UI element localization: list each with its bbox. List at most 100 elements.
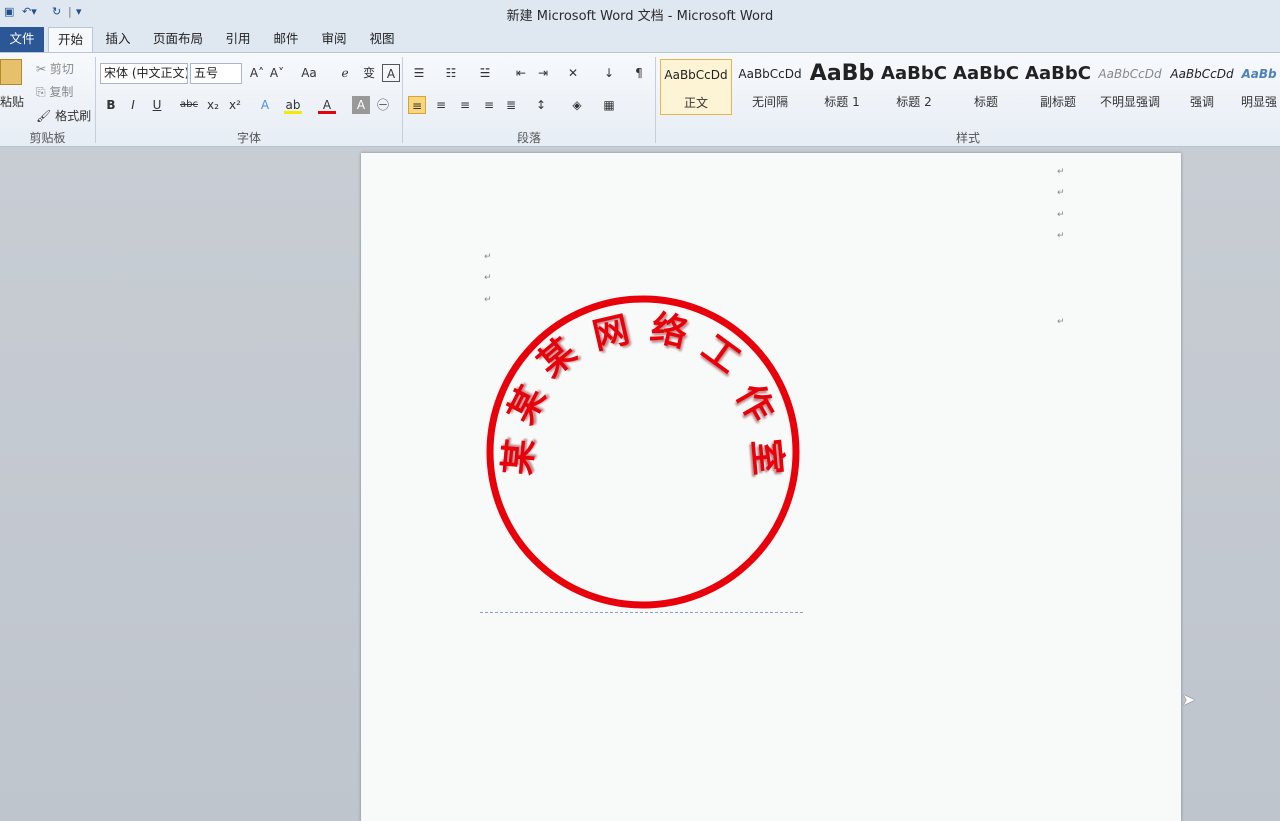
style-emphasis[interactable]: AaBbCcDd 强调 bbox=[1166, 59, 1238, 115]
style-name: 标题 bbox=[973, 95, 998, 109]
underline-icon[interactable]: U bbox=[148, 96, 166, 114]
subscript-icon[interactable]: x₂ bbox=[204, 96, 222, 114]
strikethrough-icon[interactable]: abc bbox=[180, 96, 198, 114]
paragraph-mark: ↵ bbox=[1057, 188, 1065, 198]
style-preview: AaBb bbox=[809, 61, 875, 86]
seal-char: 网 bbox=[588, 308, 634, 358]
style-no-spacing[interactable]: AaBbCcDd 无间隔 bbox=[734, 59, 806, 115]
sort-icon[interactable]: ↓ bbox=[600, 64, 618, 82]
style-name: 正文 bbox=[683, 96, 708, 110]
style-title[interactable]: AaBbC 标题 bbox=[950, 59, 1022, 115]
style-preview: AaBbC bbox=[881, 63, 947, 84]
bold-icon[interactable]: B bbox=[102, 96, 120, 114]
mouse-cursor-icon: ➤ bbox=[1182, 690, 1196, 709]
style-normal[interactable]: AaBbCcDd 正文 bbox=[660, 59, 732, 115]
style-heading-2[interactable]: AaBbC 标题 2 bbox=[878, 59, 950, 115]
paragraph-mark: ↵ bbox=[484, 252, 492, 262]
copy-label: 复制 bbox=[49, 85, 74, 99]
shading-icon[interactable]: ◈ bbox=[568, 96, 586, 114]
tab-review[interactable]: 审阅 bbox=[316, 27, 352, 52]
ribbon: 粘贴 ✂ 剪切 ⎘ 复制 🖌 格式刷 剪贴板 宋体 (中文正文) 五号 A˄ A… bbox=[0, 52, 1280, 147]
chinese-layout-icon[interactable]: ✕ bbox=[564, 64, 582, 82]
format-painter-button[interactable]: 🖌 格式刷 bbox=[36, 107, 91, 124]
increase-indent-icon[interactable]: ⇥ bbox=[534, 64, 552, 82]
style-name: 标题 2 bbox=[896, 95, 932, 109]
superscript-icon[interactable]: x² bbox=[226, 96, 244, 114]
paragraph-group-label: 段落 bbox=[516, 131, 541, 145]
seal-char: 某 bbox=[496, 437, 542, 477]
window-title: 新建 Microsoft Word 文档 - Microsoft Word bbox=[506, 9, 774, 24]
show-marks-icon[interactable]: ¶ bbox=[630, 64, 648, 82]
clipboard-group-label: 剪贴板 bbox=[29, 131, 66, 145]
phonetic-guide-icon[interactable]: 变 bbox=[360, 64, 378, 82]
borders-icon[interactable]: ▦ bbox=[600, 96, 618, 114]
copy-button[interactable]: ⎘ 复制 bbox=[36, 83, 73, 100]
char-border-icon[interactable]: A bbox=[382, 64, 400, 82]
change-case-icon[interactable]: Aa bbox=[300, 64, 318, 82]
tab-file[interactable]: 文件 bbox=[0, 27, 44, 52]
style-preview: AaBbCcDd bbox=[1098, 67, 1162, 81]
decrease-indent-icon[interactable]: ⇤ bbox=[512, 64, 530, 82]
style-intense-emphasis[interactable]: AaBb 明显强 bbox=[1238, 59, 1280, 115]
distributed-icon[interactable]: ≣ bbox=[502, 96, 520, 114]
align-left-icon[interactable]: ≡ bbox=[408, 96, 426, 114]
tab-home[interactable]: 开始 bbox=[48, 27, 93, 52]
paragraph-mark: ↵ bbox=[1057, 317, 1065, 327]
styles-group-label: 样式 bbox=[955, 131, 980, 145]
paragraph-mark: ↵ bbox=[1057, 167, 1065, 177]
font-family-select[interactable]: 宋体 (中文正文) bbox=[100, 63, 188, 84]
align-center-icon[interactable]: ≡ bbox=[432, 96, 450, 114]
cut-button[interactable]: ✂ 剪切 bbox=[36, 60, 74, 77]
style-subtitle[interactable]: AaBbC 副标题 bbox=[1022, 59, 1094, 115]
tab-view[interactable]: 视图 bbox=[364, 27, 400, 52]
align-right-icon[interactable]: ≡ bbox=[456, 96, 474, 114]
style-name: 明显强 bbox=[1240, 95, 1277, 109]
style-preview: AaBbCcDd bbox=[738, 67, 802, 81]
seal-stamp[interactable]: 某 某 某 网 络 工 作 室 bbox=[483, 293, 803, 613]
style-subtle-emphasis[interactable]: AaBbCcDd 不明显强调 bbox=[1094, 59, 1166, 115]
numbering-icon[interactable]: ☷ bbox=[442, 64, 460, 82]
multilevel-list-icon[interactable]: ☱ bbox=[476, 64, 494, 82]
seal-char: 室 bbox=[744, 437, 790, 477]
style-name: 副标题 bbox=[1039, 95, 1076, 109]
style-preview: AaBbCcDd bbox=[1170, 67, 1234, 81]
paste-icon[interactable] bbox=[0, 59, 22, 85]
italic-icon[interactable]: I bbox=[124, 96, 142, 114]
clear-format-icon[interactable]: ℯ bbox=[336, 64, 354, 82]
paragraph-mark: ↵ bbox=[1057, 231, 1065, 241]
style-heading-1[interactable]: AaBb 标题 1 bbox=[806, 59, 878, 115]
style-preview: AaBbCcDd bbox=[664, 68, 728, 82]
text-effects-icon[interactable]: A bbox=[256, 96, 274, 114]
style-preview: AaBb bbox=[1241, 67, 1277, 81]
style-preview: AaBbC bbox=[953, 63, 1019, 84]
group-divider bbox=[402, 57, 403, 143]
justify-icon[interactable]: ≡ bbox=[480, 96, 498, 114]
text-box-border bbox=[480, 612, 803, 613]
char-shading-icon[interactable]: A bbox=[352, 96, 370, 114]
format-painter-label: 格式刷 bbox=[55, 109, 92, 123]
paste-button[interactable]: 粘贴 bbox=[0, 93, 24, 110]
tab-mailings[interactable]: 邮件 bbox=[268, 27, 304, 52]
bullets-icon[interactable]: ☰ bbox=[410, 64, 428, 82]
ribbon-tabs: 文件 开始 插入 页面布局 引用 邮件 审阅 视图 bbox=[0, 25, 1280, 52]
paragraph-mark: ↵ bbox=[1057, 210, 1065, 220]
style-name: 标题 1 bbox=[824, 95, 860, 109]
cut-label: 剪切 bbox=[49, 62, 74, 76]
tab-references[interactable]: 引用 bbox=[220, 27, 256, 52]
font-color-icon[interactable]: A bbox=[318, 96, 336, 114]
line-spacing-icon[interactable]: ↕ bbox=[532, 96, 550, 114]
enclose-char-icon[interactable]: ㊀ bbox=[374, 96, 392, 114]
shrink-font-icon[interactable]: A˅ bbox=[268, 64, 286, 82]
highlight-icon[interactable]: ab bbox=[284, 96, 302, 114]
tab-page-layout[interactable]: 页面布局 bbox=[148, 27, 208, 52]
font-group-label: 字体 bbox=[236, 131, 261, 145]
style-name: 不明显强调 bbox=[1099, 95, 1160, 109]
paragraph-mark: ↵ bbox=[484, 273, 492, 283]
seal-char: 络 bbox=[646, 306, 692, 356]
style-preview: AaBbC bbox=[1025, 63, 1091, 84]
font-size-select[interactable]: 五号 bbox=[190, 63, 242, 84]
title-bar: ▣ ↶▾ ↻ | ▾ 新建 Microsoft Word 文档 - Micros… bbox=[0, 0, 1280, 25]
tab-insert[interactable]: 插入 bbox=[100, 27, 136, 52]
style-name: 强调 bbox=[1189, 95, 1214, 109]
grow-font-icon[interactable]: A˄ bbox=[248, 64, 266, 82]
